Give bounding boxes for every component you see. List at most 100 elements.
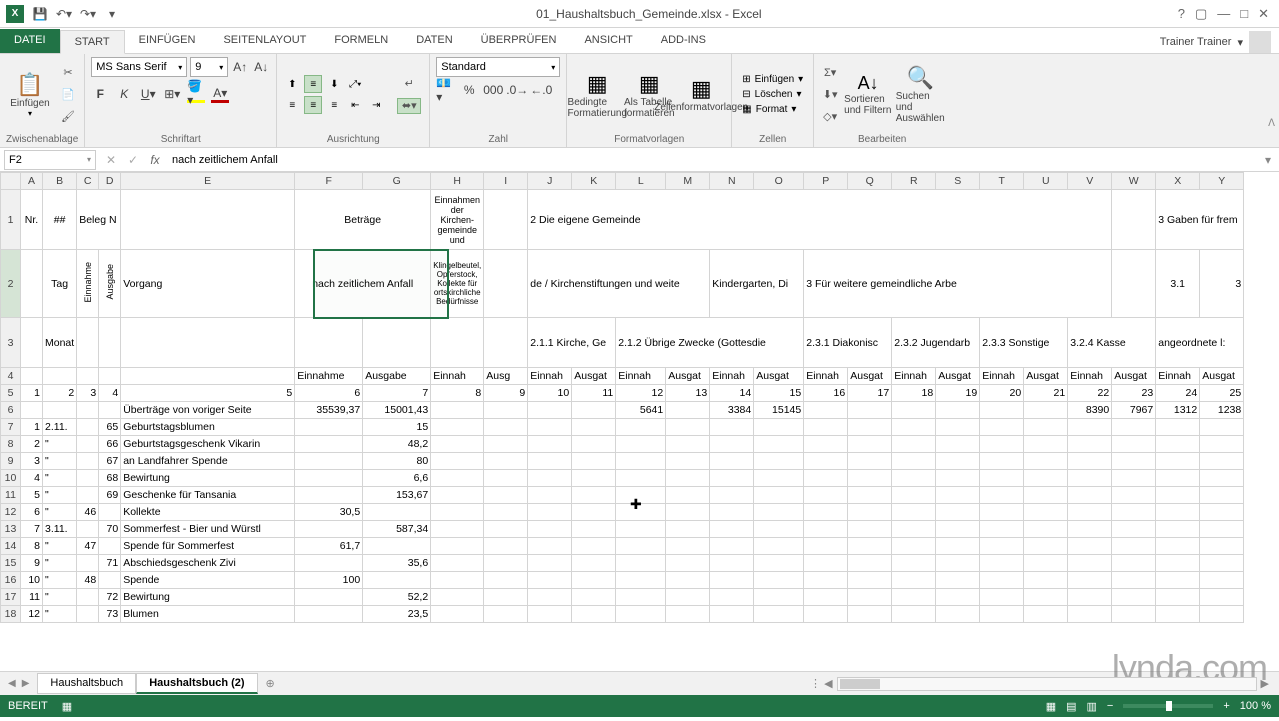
col-header[interactable]: Y bbox=[1200, 173, 1244, 190]
find-select-button[interactable]: 🔍Suchen und Auswählen bbox=[896, 62, 944, 128]
percent-icon[interactable]: % bbox=[460, 81, 478, 99]
align-top-icon[interactable]: ⬆ bbox=[283, 75, 301, 93]
font-size-combo[interactable]: 9▾ bbox=[190, 57, 228, 77]
format-painter-icon[interactable]: 🖌 bbox=[60, 109, 76, 125]
sheet-nav-prev-icon[interactable]: ◀ bbox=[8, 678, 16, 689]
align-right-icon[interactable]: ≡ bbox=[325, 96, 343, 114]
sort-filter-button[interactable]: A↓Sortieren und Filtern bbox=[844, 62, 892, 128]
shrink-font-icon[interactable]: A↓ bbox=[252, 58, 270, 76]
row-header[interactable]: 1 bbox=[1, 190, 21, 250]
col-header[interactable]: X bbox=[1156, 173, 1200, 190]
zoom-out-button[interactable]: − bbox=[1107, 700, 1113, 712]
tab-seitenlayout[interactable]: SEITENLAYOUT bbox=[209, 29, 320, 53]
row-header[interactable]: 11 bbox=[1, 487, 21, 504]
cell-styles-button[interactable]: ▦Zellenformatvorlagen bbox=[677, 62, 725, 128]
sheet-tab[interactable]: Haushaltsbuch bbox=[37, 673, 136, 694]
row-header[interactable]: 2 bbox=[1, 250, 21, 318]
col-header[interactable]: N bbox=[710, 173, 754, 190]
tab-formeln[interactable]: FORMELN bbox=[320, 29, 402, 53]
currency-icon[interactable]: 💶▾ bbox=[436, 81, 454, 99]
grow-font-icon[interactable]: A↑ bbox=[231, 58, 249, 76]
col-header[interactable]: S bbox=[936, 173, 980, 190]
col-header[interactable]: C bbox=[77, 173, 99, 190]
col-header[interactable]: Q bbox=[848, 173, 892, 190]
zoom-level[interactable]: 100 % bbox=[1240, 700, 1271, 712]
macro-record-icon[interactable]: ▦ bbox=[62, 700, 72, 713]
bold-button[interactable]: F bbox=[91, 85, 109, 103]
col-header[interactable]: I bbox=[484, 173, 528, 190]
row-header[interactable]: 9 bbox=[1, 453, 21, 470]
col-header[interactable]: F bbox=[295, 173, 363, 190]
tab-add-ins[interactable]: ADD-INS bbox=[647, 29, 720, 53]
window-help[interactable]: ? bbox=[1178, 6, 1195, 21]
col-header[interactable]: K bbox=[572, 173, 616, 190]
name-box[interactable]: F2▾ bbox=[4, 150, 96, 170]
row-header[interactable]: 7 bbox=[1, 419, 21, 436]
row-header[interactable]: 3 bbox=[1, 318, 21, 368]
fill-color-button[interactable]: 🪣▾ bbox=[187, 85, 205, 103]
fx-icon[interactable]: fx bbox=[144, 150, 166, 170]
redo-icon[interactable]: ↷▾ bbox=[80, 6, 96, 22]
col-header[interactable]: P bbox=[804, 173, 848, 190]
col-header[interactable]: T bbox=[980, 173, 1024, 190]
close-button[interactable]: ✕ bbox=[1258, 6, 1279, 22]
minimize-button[interactable]: — bbox=[1217, 6, 1240, 21]
font-color-button[interactable]: A▾ bbox=[211, 85, 229, 103]
row-header[interactable]: 8 bbox=[1, 436, 21, 453]
delete-cells-button[interactable]: ⊟ Löschen ▾ bbox=[738, 88, 807, 101]
sheet-tab[interactable]: Haushaltsbuch (2) bbox=[136, 673, 257, 694]
inc-decimal-icon[interactable]: .0→ bbox=[508, 81, 526, 99]
ribbon-options-icon[interactable]: ▢ bbox=[1195, 6, 1217, 22]
tab-start[interactable]: START bbox=[60, 30, 125, 54]
row-header[interactable]: 5 bbox=[1, 385, 21, 402]
view-layout-icon[interactable]: ▤ bbox=[1066, 700, 1076, 713]
align-center-icon[interactable]: ≡ bbox=[304, 96, 322, 114]
col-header[interactable]: J bbox=[528, 173, 572, 190]
row-header[interactable]: 4 bbox=[1, 368, 21, 385]
col-header[interactable]: R bbox=[892, 173, 936, 190]
font-name-combo[interactable]: MS Sans Serif▾ bbox=[91, 57, 187, 77]
formula-input[interactable] bbox=[166, 150, 1257, 170]
col-header[interactable]: U bbox=[1024, 173, 1068, 190]
insert-cells-button[interactable]: ⊞ Einfügen ▾ bbox=[738, 73, 807, 86]
number-format-combo[interactable]: Standard▾ bbox=[436, 57, 560, 77]
col-header[interactable]: M bbox=[666, 173, 710, 190]
cut-icon[interactable]: ✂ bbox=[60, 65, 76, 81]
border-button[interactable]: ⊞▾ bbox=[163, 85, 181, 103]
align-left-icon[interactable]: ≡ bbox=[283, 96, 301, 114]
clear-icon[interactable]: ◇▾ bbox=[822, 109, 838, 125]
format-as-table-button[interactable]: ▦Als Tabelle formatieren bbox=[625, 62, 673, 128]
row-header[interactable]: 15 bbox=[1, 555, 21, 572]
indent-dec-icon[interactable]: ⇤ bbox=[346, 96, 364, 114]
undo-icon[interactable]: ↶▾ bbox=[56, 6, 72, 22]
collapse-ribbon-icon[interactable]: ᐱ bbox=[1268, 118, 1275, 129]
fill-icon[interactable]: ⬇▾ bbox=[822, 87, 838, 103]
indent-inc-icon[interactable]: ⇥ bbox=[367, 96, 385, 114]
paste-button[interactable]: 📋Einfügen▾ bbox=[6, 62, 54, 128]
horizontal-scrollbar[interactable]: ⋮ ◀ ▶ bbox=[806, 677, 1279, 691]
accept-formula-icon[interactable]: ✓ bbox=[122, 150, 144, 170]
row-header[interactable]: 12 bbox=[1, 504, 21, 521]
underline-button[interactable]: U▾ bbox=[139, 85, 157, 103]
col-header[interactable]: L bbox=[616, 173, 666, 190]
autosum-icon[interactable]: Σ▾ bbox=[822, 65, 838, 81]
zoom-slider[interactable] bbox=[1123, 704, 1213, 708]
col-header[interactable]: G bbox=[363, 173, 431, 190]
col-header[interactable]: H bbox=[431, 173, 484, 190]
conditional-formatting-button[interactable]: ▦Bedingte Formatierung bbox=[573, 62, 621, 128]
row-header[interactable]: 16 bbox=[1, 572, 21, 589]
worksheet-grid[interactable]: ABCDEFGHIJKLMNOPQRSTUVWXY1Nr.##Beleg NBe… bbox=[0, 172, 1279, 671]
col-header[interactable]: A bbox=[21, 173, 43, 190]
cancel-formula-icon[interactable]: ✕ bbox=[100, 150, 122, 170]
tab-überprüfen[interactable]: ÜBERPRÜFEN bbox=[467, 29, 571, 53]
merge-center-icon[interactable]: ⬌▾ bbox=[397, 98, 421, 114]
orientation-icon[interactable]: ⤢▾ bbox=[346, 75, 364, 93]
row-header[interactable]: 17 bbox=[1, 589, 21, 606]
expand-formula-icon[interactable]: ▾ bbox=[1257, 150, 1279, 170]
view-break-icon[interactable]: ▥ bbox=[1087, 700, 1097, 713]
col-header[interactable]: D bbox=[99, 173, 121, 190]
add-sheet-button[interactable]: ⊕ bbox=[258, 674, 283, 693]
view-normal-icon[interactable]: ▦ bbox=[1046, 700, 1056, 713]
row-header[interactable]: 13 bbox=[1, 521, 21, 538]
col-header[interactable]: E bbox=[121, 173, 295, 190]
